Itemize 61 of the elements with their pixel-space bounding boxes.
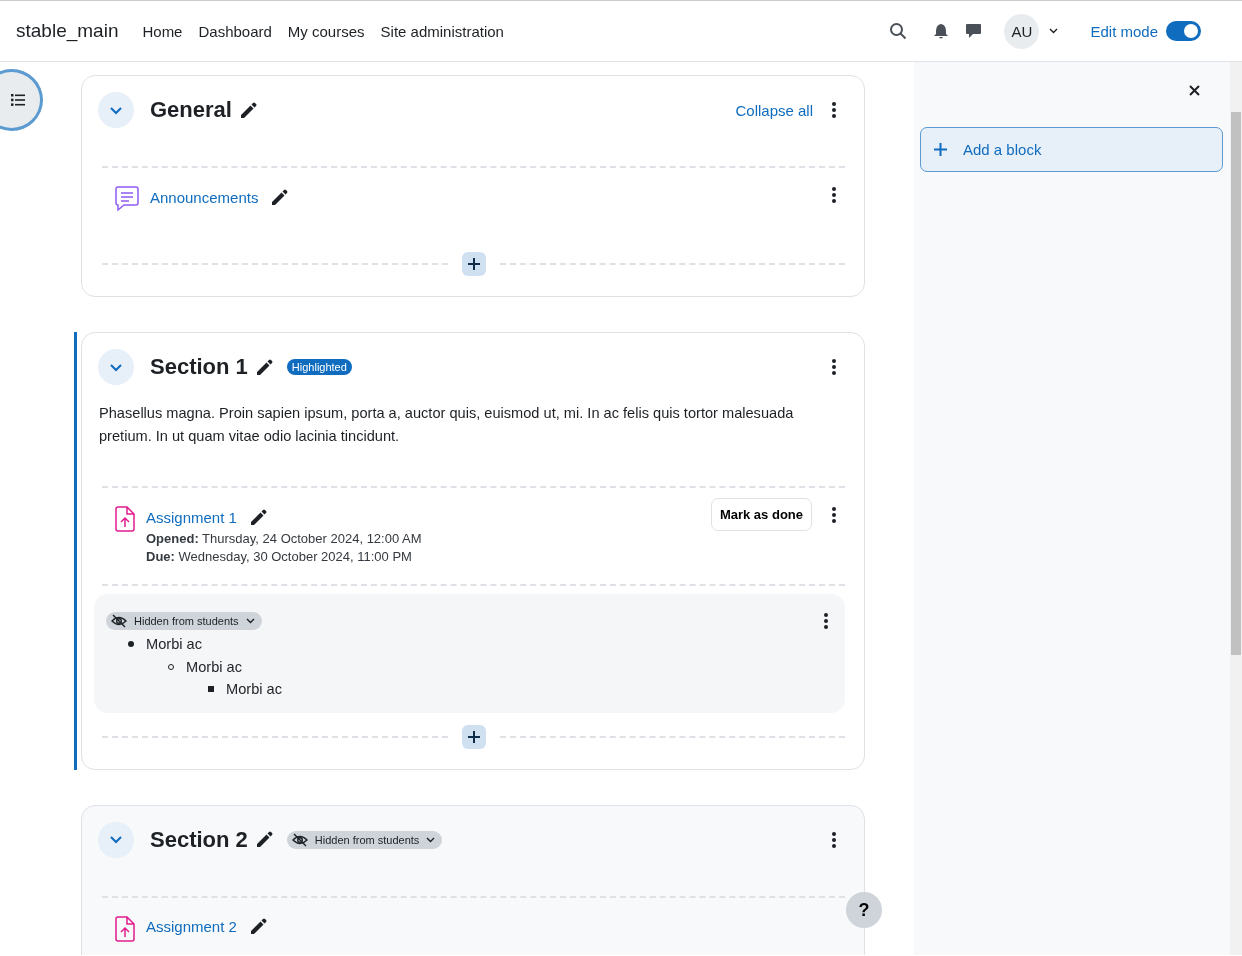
highlighted-badge: Highlighted [286,359,352,375]
visibility-dropdown[interactable]: Hidden from students [286,830,443,849]
activity-link[interactable]: Announcements [150,188,259,206]
more-icon[interactable] [831,830,837,849]
scrollbar[interactable] [1230,62,1242,955]
collapse-button[interactable] [98,821,134,858]
nav-link[interactable]: Home [134,14,191,48]
visibility-dropdown[interactable]: Hidden from students [106,612,262,630]
file-upload-icon [114,506,136,532]
plus-icon [934,143,947,156]
nav-link[interactable]: Site administration [372,14,512,48]
more-icon[interactable] [831,101,837,119]
add-activity-button[interactable] [461,724,486,749]
user-avatar[interactable]: AU [1004,13,1040,49]
section-title: General [150,97,232,123]
activity-link[interactable]: Assignment 1 [146,508,237,526]
forum-icon [114,186,140,212]
activity-link[interactable]: Assignment 2 [146,918,237,935]
chevron-icon [109,362,123,372]
edit-mode-label: Edit mode [1090,22,1158,40]
eye-slash-icon [111,614,127,628]
more-icon[interactable] [823,612,829,630]
more-icon[interactable] [831,186,837,204]
chevron-icon [109,835,123,844]
collapse-button[interactable] [98,92,134,128]
add-activity-button[interactable] [461,252,486,276]
bell-icon[interactable] [933,23,950,39]
plus-icon [467,258,480,270]
search-icon[interactable] [889,22,908,40]
mark-as-done-button[interactable]: Mark as done [710,498,812,531]
add-block-button[interactable]: Add a block [920,127,1223,172]
collapse-all-link[interactable]: Collapse all [735,101,813,119]
chat-icon[interactable] [965,23,983,39]
help-button[interactable]: ? [846,892,882,928]
caret-icon [426,836,436,843]
nav-link[interactable]: Dashboard [190,14,280,48]
site-name[interactable]: stable_main [16,20,119,42]
more-icon[interactable] [831,506,837,524]
caret-icon [245,618,255,624]
chevron-icon [109,105,123,115]
list-item: Morbi ac [146,636,202,653]
plus-icon [467,730,480,743]
list-bullet [208,686,214,693]
list-bullet [128,641,134,648]
close-icon[interactable] [1189,85,1200,96]
section-summary: Phasellus magna. Proin sapien ipsum, porta a, auctor quis, euismod ut, mi. In ac felis quis tortor malesuada pretium. In ut quam vitae odio lacinia tincidunt. [99,404,795,446]
edit-mode-toggle[interactable] [1166,21,1201,41]
caret-icon[interactable] [1049,28,1059,34]
section-title: Section 2 [150,826,248,853]
eye-slash-icon [291,832,308,847]
file-upload-icon [114,915,136,942]
pencil-icon[interactable] [269,187,289,207]
nav-link[interactable]: My courses [279,14,373,48]
list-item: Morbi ac [226,681,282,698]
collapse-button[interactable] [98,349,134,385]
list-item: Morbi ac [186,658,242,675]
more-icon[interactable] [831,358,837,376]
section-title: Section 1 [150,354,248,380]
activity-date: Due: Wednesday, 30 October 2024, 11:00 PM [146,549,413,564]
list-icon [11,94,25,106]
activity-date: Opened: Thursday, 24 October 2024, 12:00 AM [146,531,423,546]
